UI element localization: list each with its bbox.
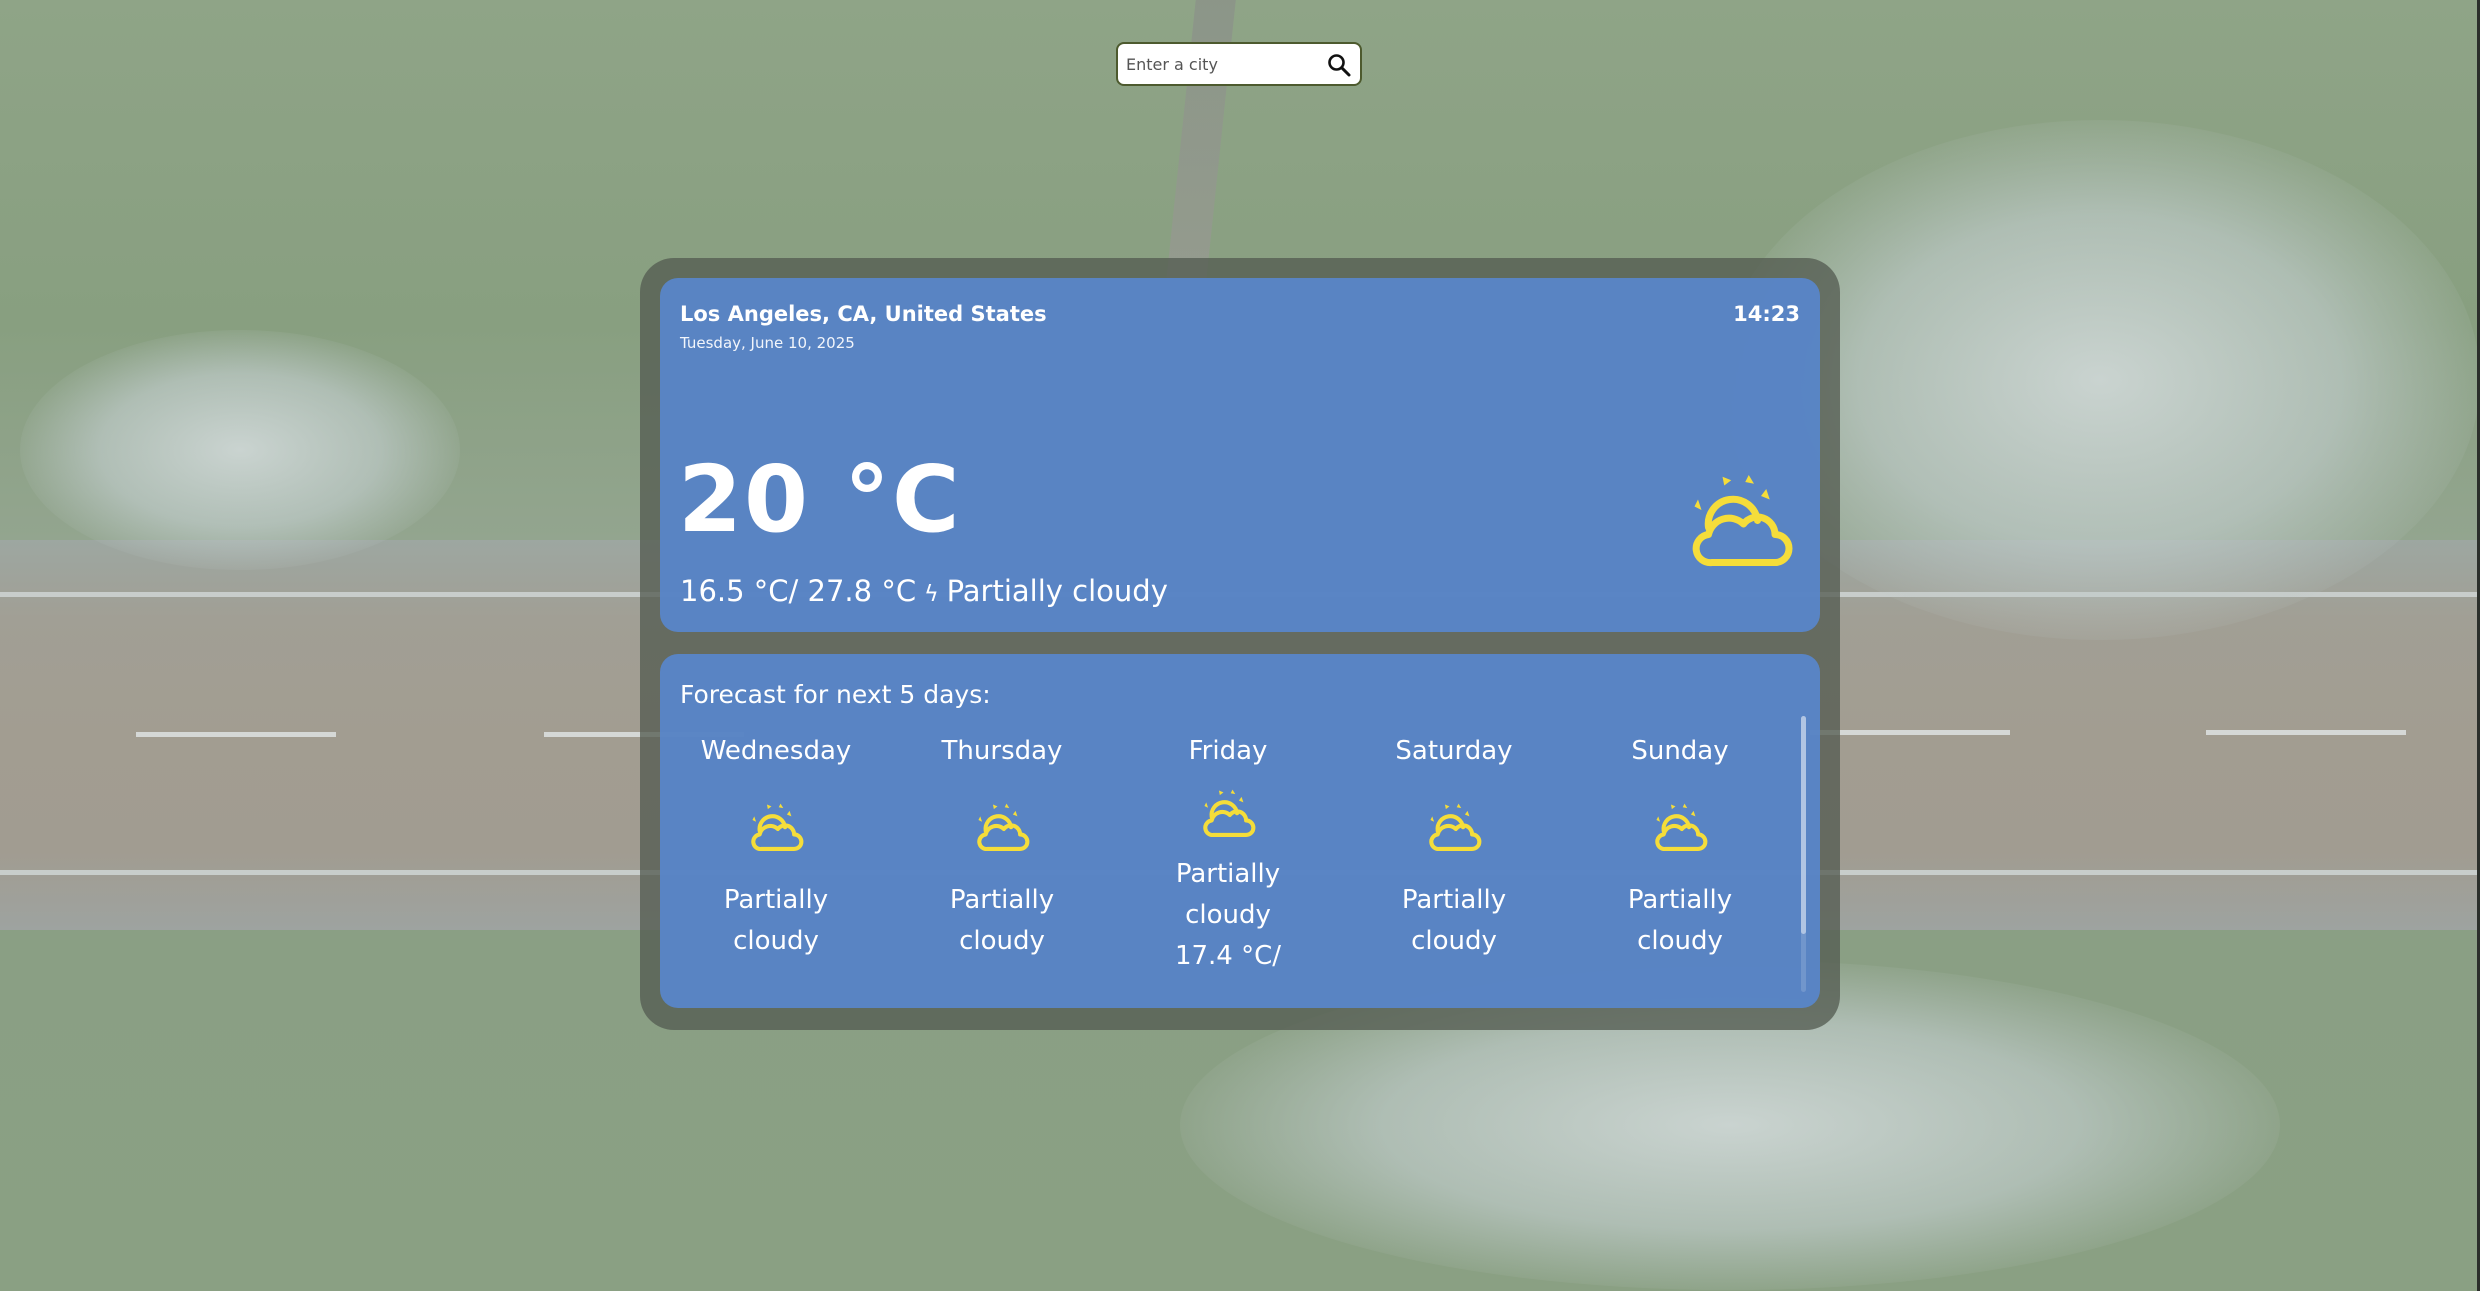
partly-cloudy-icon xyxy=(1655,803,1708,851)
day-condition-line: cloudy xyxy=(1185,900,1271,930)
forecast-day: Thursday Partially cloudy xyxy=(892,736,1112,962)
forecast-day: Wednesday Partially cloudy xyxy=(666,736,886,962)
lane-dash xyxy=(1810,730,2010,735)
forecast-day: Saturday Partially cloudy xyxy=(1344,736,1564,962)
current-temperature: 20 °C xyxy=(678,446,962,553)
day-name: Saturday xyxy=(1395,736,1513,766)
day-condition-line: Partially xyxy=(949,885,1055,915)
day-name: Sunday xyxy=(1631,736,1729,766)
forecast-title: Forecast for next 5 days: xyxy=(680,680,991,709)
day-name: Thursday xyxy=(941,736,1063,766)
day-condition-line: Partially xyxy=(1401,885,1507,915)
day-condition: Partially cloudy xyxy=(666,880,886,962)
day-condition-line: Partially xyxy=(1627,885,1733,915)
partly-cloudy-icon xyxy=(977,803,1030,851)
separator-icon: ϟ xyxy=(924,582,939,607)
partly-cloudy-icon xyxy=(751,803,804,851)
day-name: Friday xyxy=(1188,736,1268,766)
day-temperature-range: 17.4 °C/ xyxy=(1174,941,1282,971)
day-name: Wednesday xyxy=(700,736,852,766)
forecast-day-list[interactable]: Wednesday Partially cloudy Thursday Part… xyxy=(660,736,1788,1008)
day-condition-line: cloudy xyxy=(1637,926,1723,956)
partly-cloudy-icon xyxy=(1692,475,1793,567)
lane-dash xyxy=(2206,730,2406,735)
day-condition-line: cloudy xyxy=(1411,926,1497,956)
day-condition-line: Partially xyxy=(1175,859,1281,889)
background-cloud xyxy=(20,330,460,570)
day-condition-line: cloudy xyxy=(733,926,819,956)
day-condition: Partially cloudy xyxy=(1570,880,1790,962)
search-button[interactable] xyxy=(1326,52,1352,78)
page-background: Los Angeles, CA, United States Tuesday, … xyxy=(0,0,2480,1291)
lane-dash xyxy=(136,732,336,737)
time-label: 14:23 xyxy=(1733,302,1800,326)
weather-card: Los Angeles, CA, United States Tuesday, … xyxy=(640,258,1840,1030)
forecast-scrollbar-thumb[interactable] xyxy=(1801,716,1806,934)
day-condition: Partially cloudy xyxy=(1344,880,1564,962)
partly-cloudy-icon xyxy=(1429,803,1482,851)
location-label: Los Angeles, CA, United States xyxy=(680,302,1047,326)
day-condition: Partially cloudy xyxy=(892,880,1112,962)
temperature-range-line: 16.5 °C/ 27.8 °C ϟ Partially cloudy xyxy=(680,574,1168,608)
partly-cloudy-icon xyxy=(1203,789,1256,837)
forecast-scrollbar[interactable] xyxy=(1801,716,1806,992)
forecast-day: Sunday Partially cloudy xyxy=(1570,736,1790,962)
min-max-temperature: 16.5 °C/ 27.8 °C xyxy=(680,574,917,608)
day-condition-line: cloudy xyxy=(959,926,1045,956)
city-search-input[interactable] xyxy=(1118,44,1326,84)
forecast-panel: Forecast for next 5 days: Wednesday Part… xyxy=(660,654,1820,1008)
forecast-day: Friday Partially cloudy 17.4 °C/ xyxy=(1118,722,1338,977)
date-label: Tuesday, June 10, 2025 xyxy=(680,334,855,352)
day-condition: Partially cloudy 17.4 °C/ xyxy=(1118,854,1338,977)
city-search-box xyxy=(1116,42,1362,86)
day-condition-line: Partially xyxy=(723,885,829,915)
search-icon xyxy=(1328,54,1351,77)
current-weather-panel: Los Angeles, CA, United States Tuesday, … xyxy=(660,278,1820,632)
current-condition: Partially cloudy xyxy=(946,574,1168,608)
